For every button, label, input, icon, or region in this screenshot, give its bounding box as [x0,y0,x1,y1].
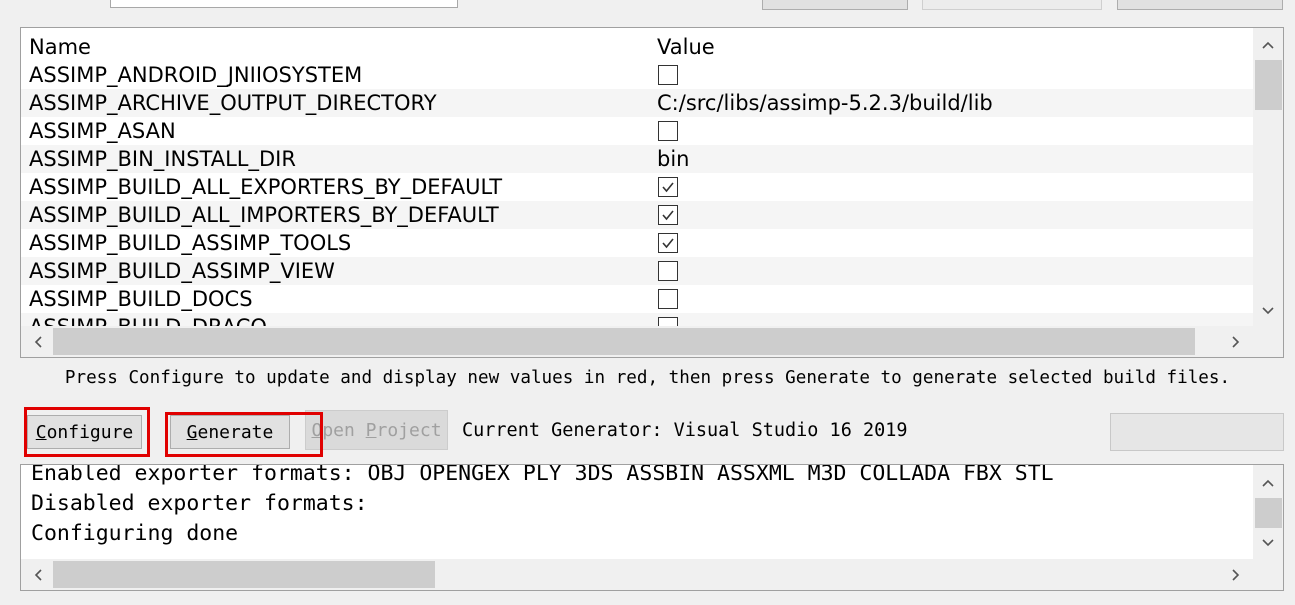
chevron-right-icon[interactable] [1221,559,1251,590]
chevron-right-icon[interactable] [1221,326,1251,357]
cache-entry-name: ASSIMP_BUILD_ASSIMP_VIEW [29,259,335,283]
table-row[interactable]: ASSIMP_BUILD_DOCS [21,285,1253,313]
log-line: Configuring done [31,521,239,546]
scroll-corner [1253,326,1283,357]
cache-entry-checkbox[interactable] [658,205,678,225]
configure-hint-text: Press Configure to update and display ne… [64,368,1231,388]
cache-entry-name: ASSIMP_ANDROID_JNIIOSYSTEM [29,63,363,87]
table-row[interactable]: ASSIMP_ARCHIVE_OUTPUT_DIRECTORY C:/src/li… [21,89,1253,117]
generate-highlight-box [165,412,323,457]
log-line: Disabled exporter formats: [31,491,368,516]
output-log[interactable]: Enabled exporter formats: OBJ OPENGEX PL… [20,464,1284,591]
project-accel: P [365,419,377,441]
checkmark-icon [662,210,674,221]
browse-source-button[interactable] [762,0,908,10]
open-project-button[interactable]: Open Project [305,410,448,450]
table-horizontal-scrollbar[interactable] [21,326,1253,357]
chevron-left-icon[interactable] [23,326,53,357]
log-horizontal-scroll-thumb[interactable] [53,561,435,588]
scroll-corner [1253,559,1283,590]
cache-entry-name: ASSIMP_BUILD_ALL_IMPORTERS_BY_DEFAULT [29,203,499,227]
output-log-text-area[interactable]: Enabled exporter formats: OBJ OPENGEX PL… [21,465,1253,559]
cache-entry-checkbox[interactable] [658,233,678,253]
environment-button[interactable] [1117,0,1283,10]
checkmark-icon [662,182,674,193]
cache-table: Name Value ASSIMP_ANDROID_JNIIOSYSTEM ASS… [20,27,1284,358]
table-vertical-scrollbar[interactable] [1253,28,1283,326]
table-horizontal-scroll-thumb[interactable] [53,328,1195,355]
table-row[interactable]: ASSIMP_ASAN [21,117,1253,145]
cache-entry-checkbox[interactable] [658,65,678,85]
cache-entry-checkbox[interactable] [658,121,678,141]
log-line: Enabled exporter formats: OBJ OPENGEX PL… [31,465,1054,486]
log-vertical-scrollbar[interactable] [1253,465,1283,559]
log-vertical-scroll-thumb[interactable] [1255,498,1282,528]
open-label-middle: pen [322,419,366,441]
column-header-value[interactable]: Value [657,33,715,61]
checkmark-icon [662,238,674,249]
chevron-down-icon[interactable] [1253,296,1283,326]
current-generator-label: Current Generator: Visual Studio 16 2019 [462,420,908,441]
chevron-left-icon[interactable] [23,559,53,590]
cache-entry-name: ASSIMP_BIN_INSTALL_DIR [29,147,296,171]
cache-entry-name: ASSIMP_BUILD_DRACO [29,313,267,326]
cache-entry-value[interactable]: bin [657,145,689,173]
cache-entry-checkbox[interactable] [658,289,678,309]
chevron-up-icon[interactable] [1253,30,1283,60]
table-vertical-scroll-thumb[interactable] [1255,60,1282,110]
open-label-rest: roject [376,419,442,441]
remove-entry-button[interactable] [922,0,1102,10]
table-header: Name Value [21,33,1253,61]
table-row[interactable]: ASSIMP_BUILD_ASSIMP_VIEW [21,257,1253,285]
table-row[interactable]: ASSIMP_BUILD_ALL_EXPORTERS_BY_DEFAULT [21,173,1253,201]
cache-entry-value[interactable]: C:/src/libs/assimp-5.2.3/build/lib [657,89,993,117]
cache-entry-checkbox[interactable] [658,177,678,197]
cache-entry-checkbox[interactable] [658,261,678,281]
configure-highlight-box [24,407,150,457]
table-row[interactable]: ASSIMP_BUILD_ALL_IMPORTERS_BY_DEFAULT [21,201,1253,229]
table-row[interactable]: ASSIMP_ANDROID_JNIIOSYSTEM [21,61,1253,89]
source-path-input[interactable] [110,0,458,8]
cache-entry-checkbox[interactable] [658,317,678,326]
table-row[interactable]: ASSIMP_BUILD_DRACO [21,313,1253,326]
table-row[interactable]: ASSIMP_BUILD_ASSIMP_TOOLS [21,229,1253,257]
log-horizontal-scrollbar[interactable] [21,559,1253,590]
chevron-up-icon[interactable] [1253,468,1283,498]
progress-bar [1110,413,1284,451]
cache-entry-name: ASSIMP_ARCHIVE_OUTPUT_DIRECTORY [29,91,437,115]
table-row[interactable]: ASSIMP_BIN_INSTALL_DIR bin [21,145,1253,173]
cache-entry-name: ASSIMP_ASAN [29,119,176,143]
cache-entry-name: ASSIMP_BUILD_ALL_EXPORTERS_BY_DEFAULT [29,175,503,199]
cache-entry-name: ASSIMP_BUILD_ASSIMP_TOOLS [29,231,352,255]
column-header-name[interactable]: Name [29,33,91,61]
cache-table-rows: Name Value ASSIMP_ANDROID_JNIIOSYSTEM ASS… [21,28,1253,326]
cache-entry-name: ASSIMP_BUILD_DOCS [29,287,253,311]
chevron-down-icon[interactable] [1253,528,1283,558]
